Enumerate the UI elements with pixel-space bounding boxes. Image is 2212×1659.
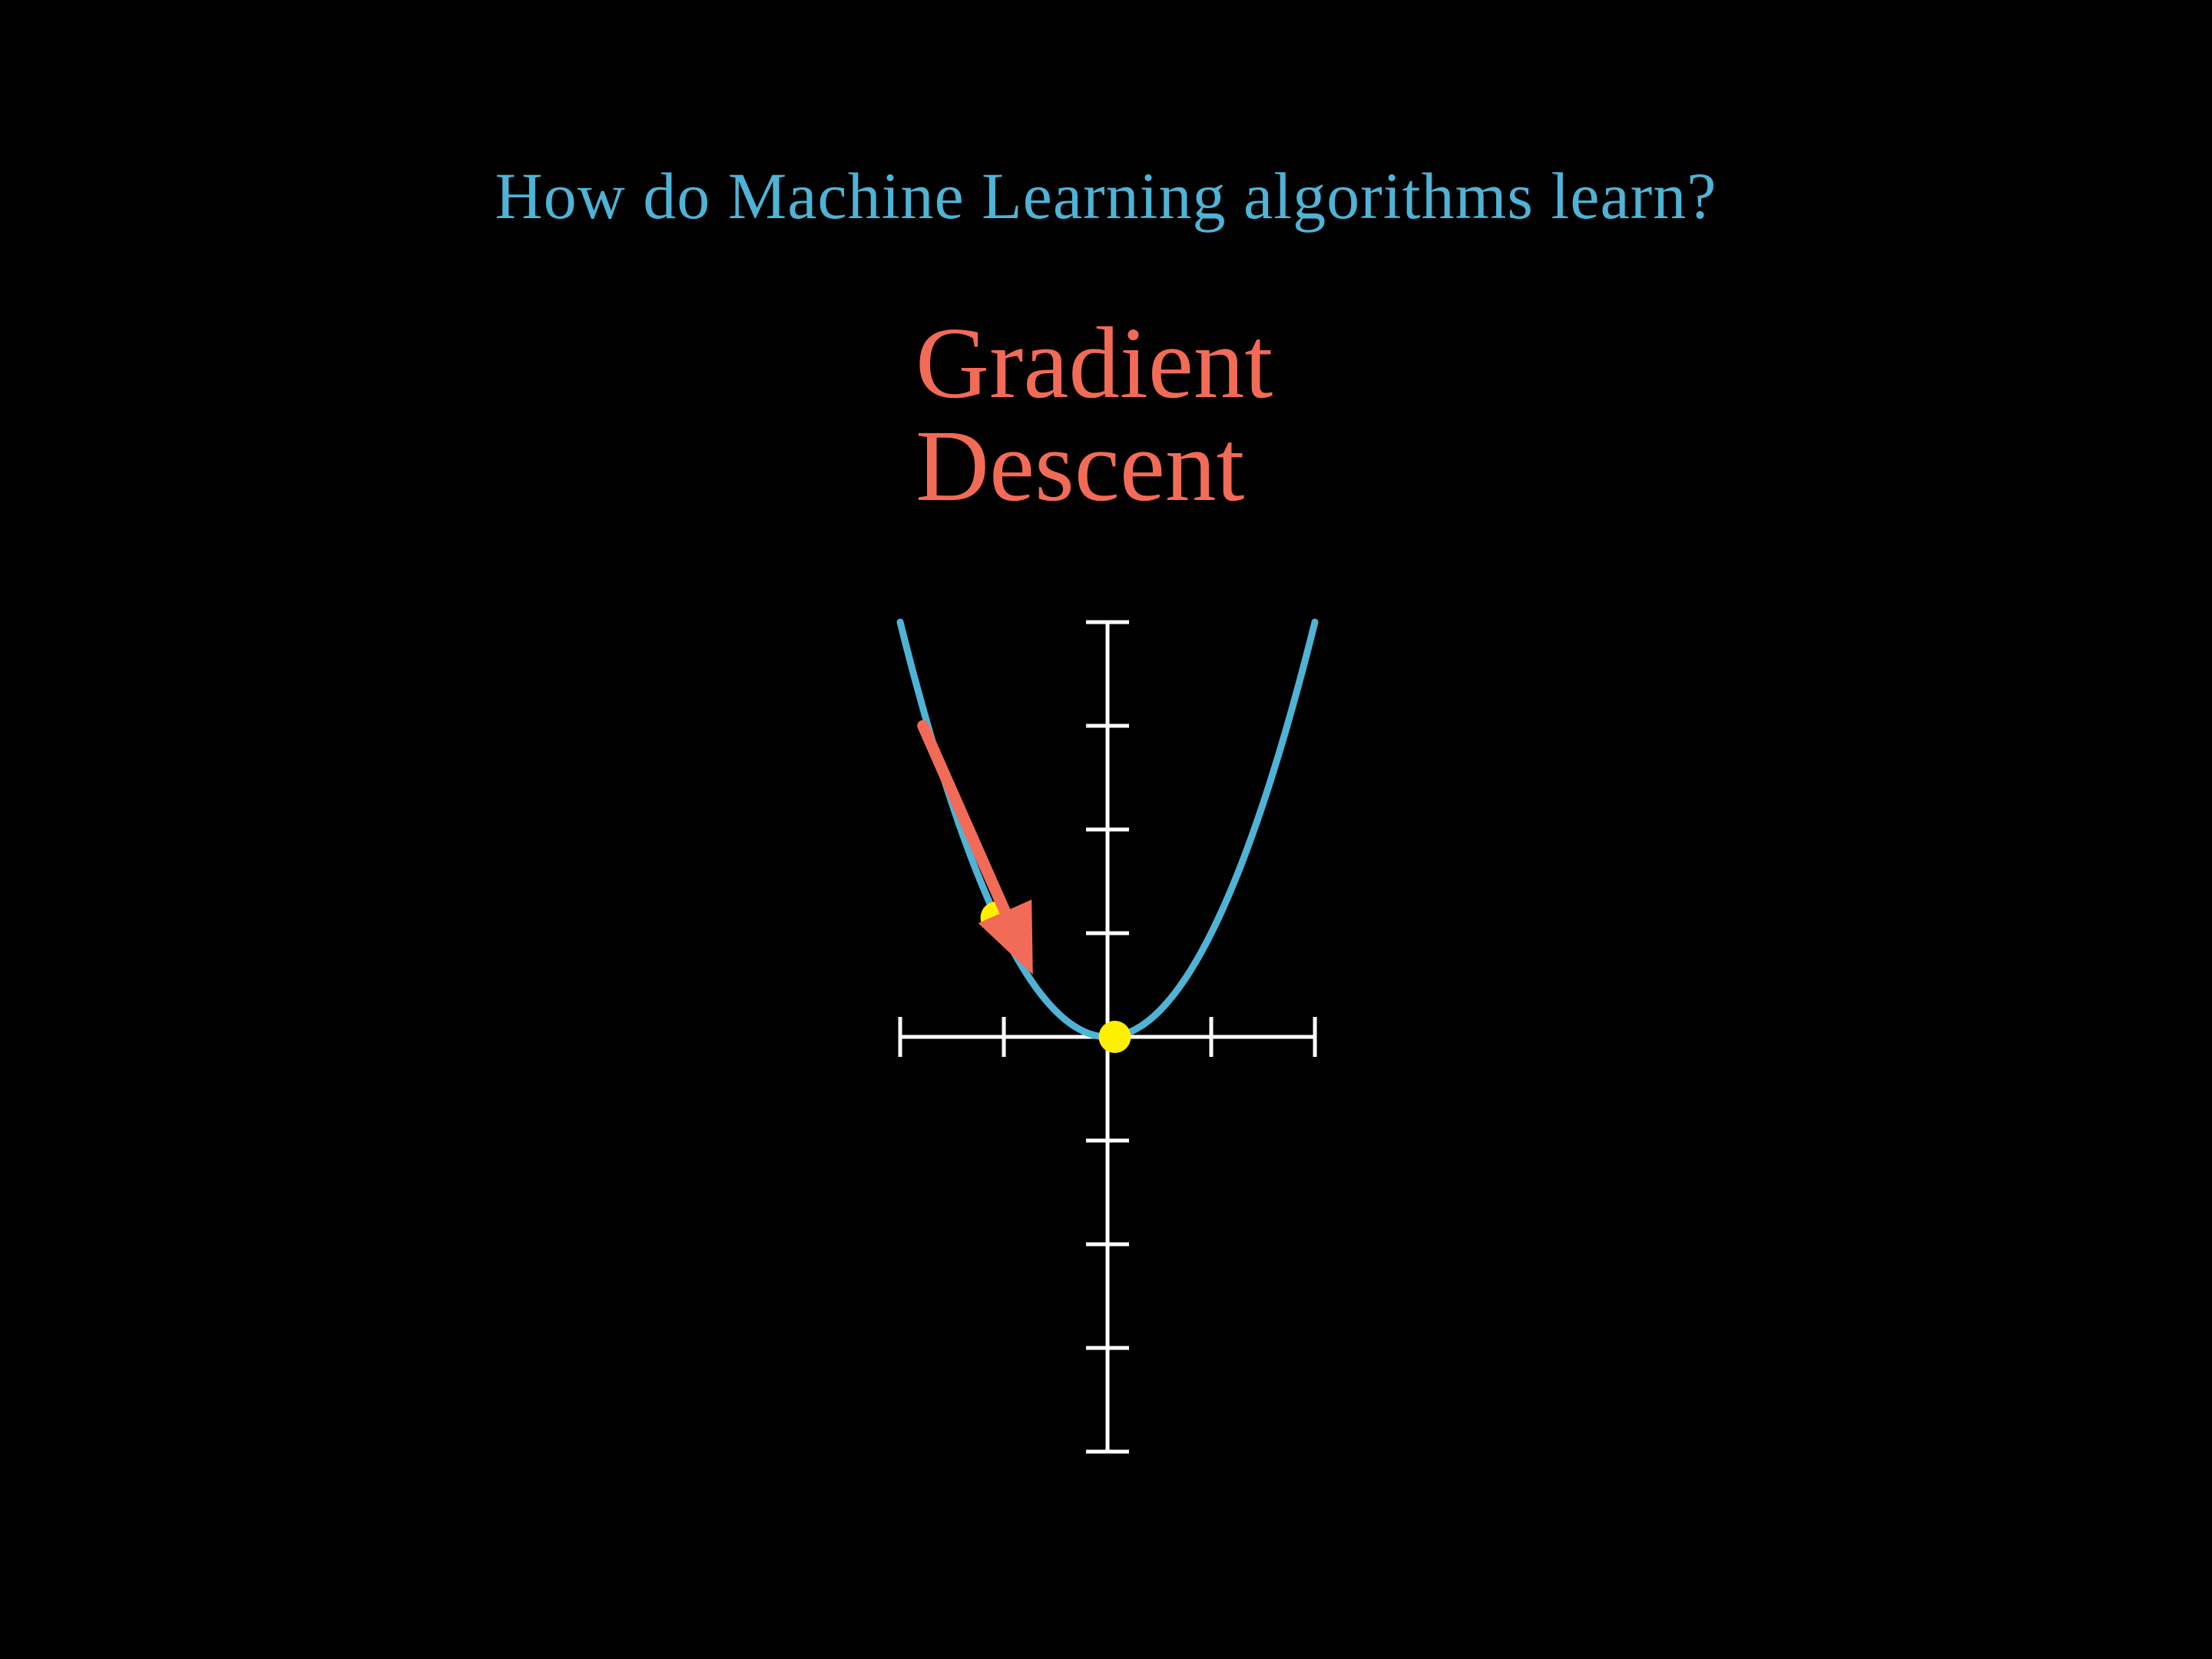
minimum-point bbox=[1098, 1021, 1131, 1053]
parabola-plot bbox=[896, 618, 1319, 1454]
gradient-arrow bbox=[917, 720, 1033, 975]
arrow-shaft bbox=[917, 720, 1011, 918]
